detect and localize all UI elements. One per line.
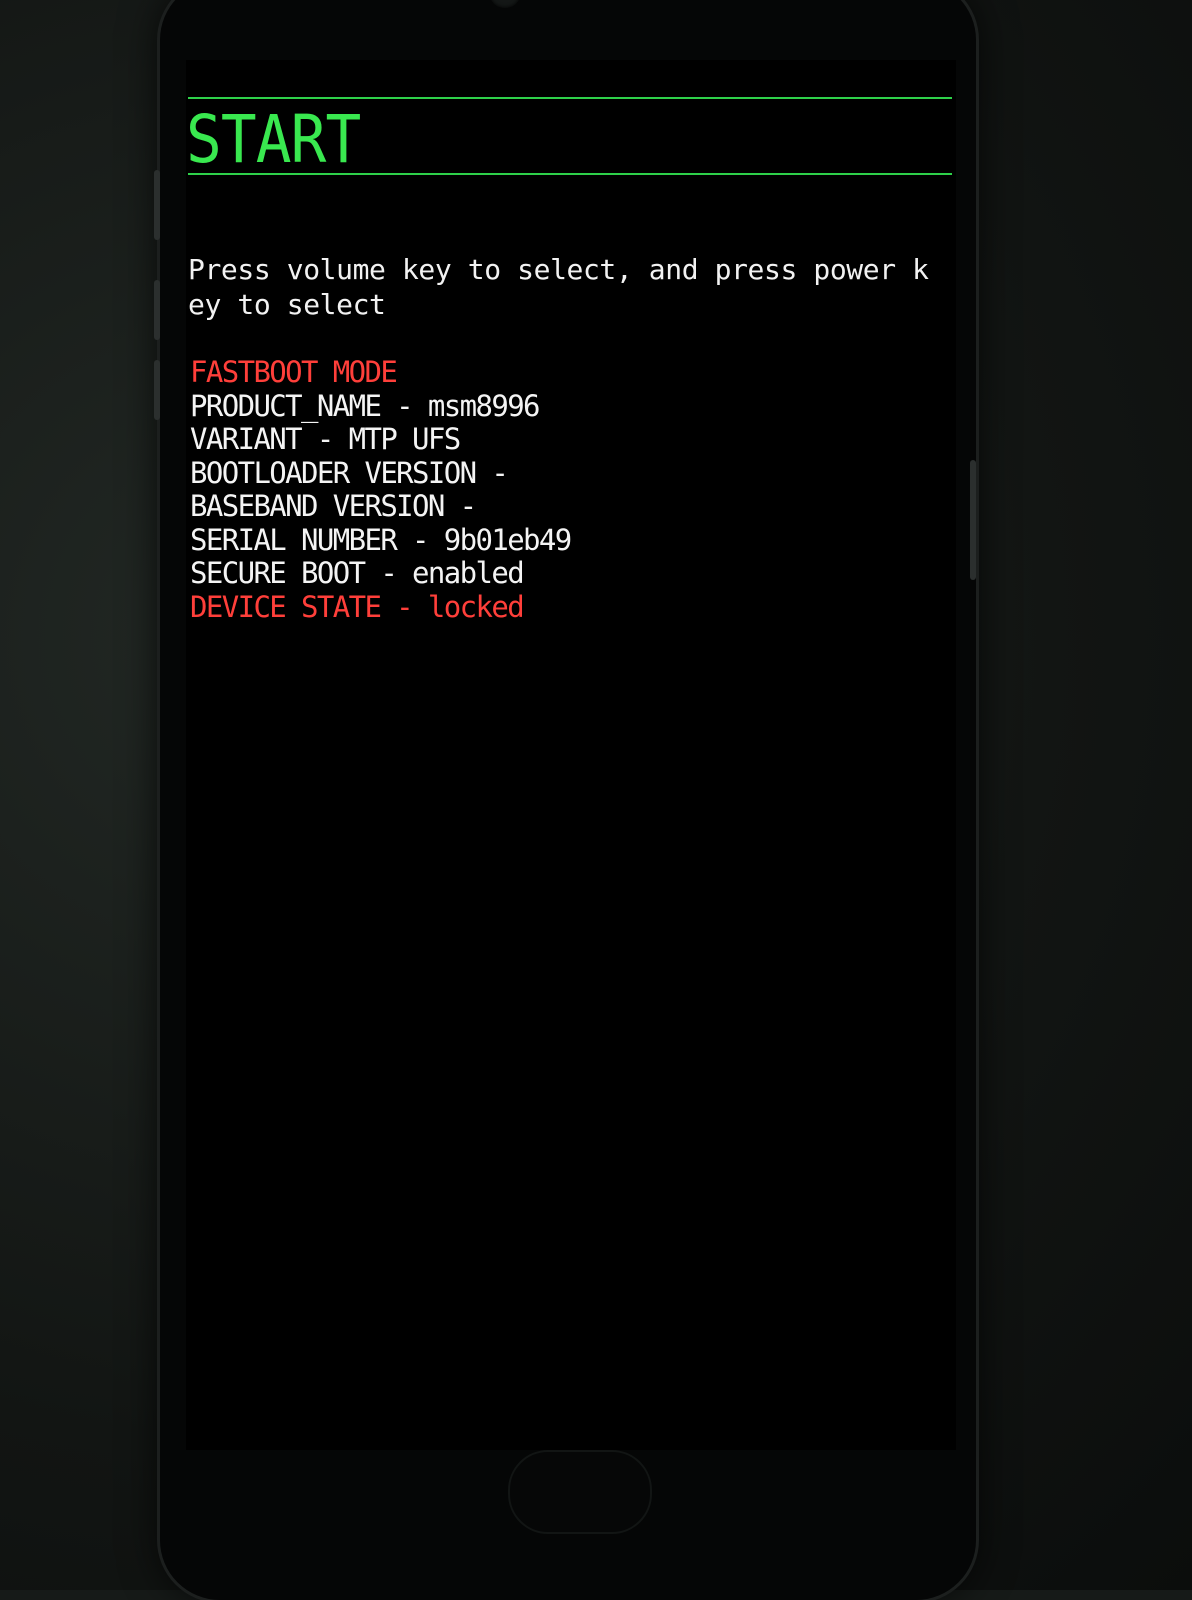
instructions-text: Press volume key to select, and press po… [188, 253, 929, 321]
volume-down-button [154, 360, 160, 420]
device-info-list: FASTBOOT MODE PRODUCT_NAME - msm8996 VAR… [190, 355, 572, 624]
power-button [970, 460, 976, 580]
title-bottom-rule [188, 173, 952, 175]
home-button [508, 1450, 652, 1534]
secure-boot-line: SECURE BOOT - enabled [190, 556, 525, 590]
fastboot-mode-label: FASTBOOT MODE [190, 355, 398, 389]
variant-line: VARIANT - MTP UFS [190, 422, 461, 456]
alert-slider [154, 170, 160, 240]
menu-selection-title[interactable]: START [186, 104, 361, 176]
camera-icon [490, 0, 520, 8]
product-name-line: PRODUCT_NAME - msm8996 [190, 388, 541, 423]
bootloader-version-line: BOOTLOADER VERSION - [190, 455, 509, 490]
serial-number-line: SERIAL NUMBER - 9b01eb49 [190, 522, 572, 557]
baseband-version-line: BASEBAND VERSION - [190, 489, 477, 523]
volume-up-button [154, 280, 160, 340]
title-top-rule [188, 97, 952, 99]
device-state-line: DEVICE STATE - locked [190, 589, 525, 624]
